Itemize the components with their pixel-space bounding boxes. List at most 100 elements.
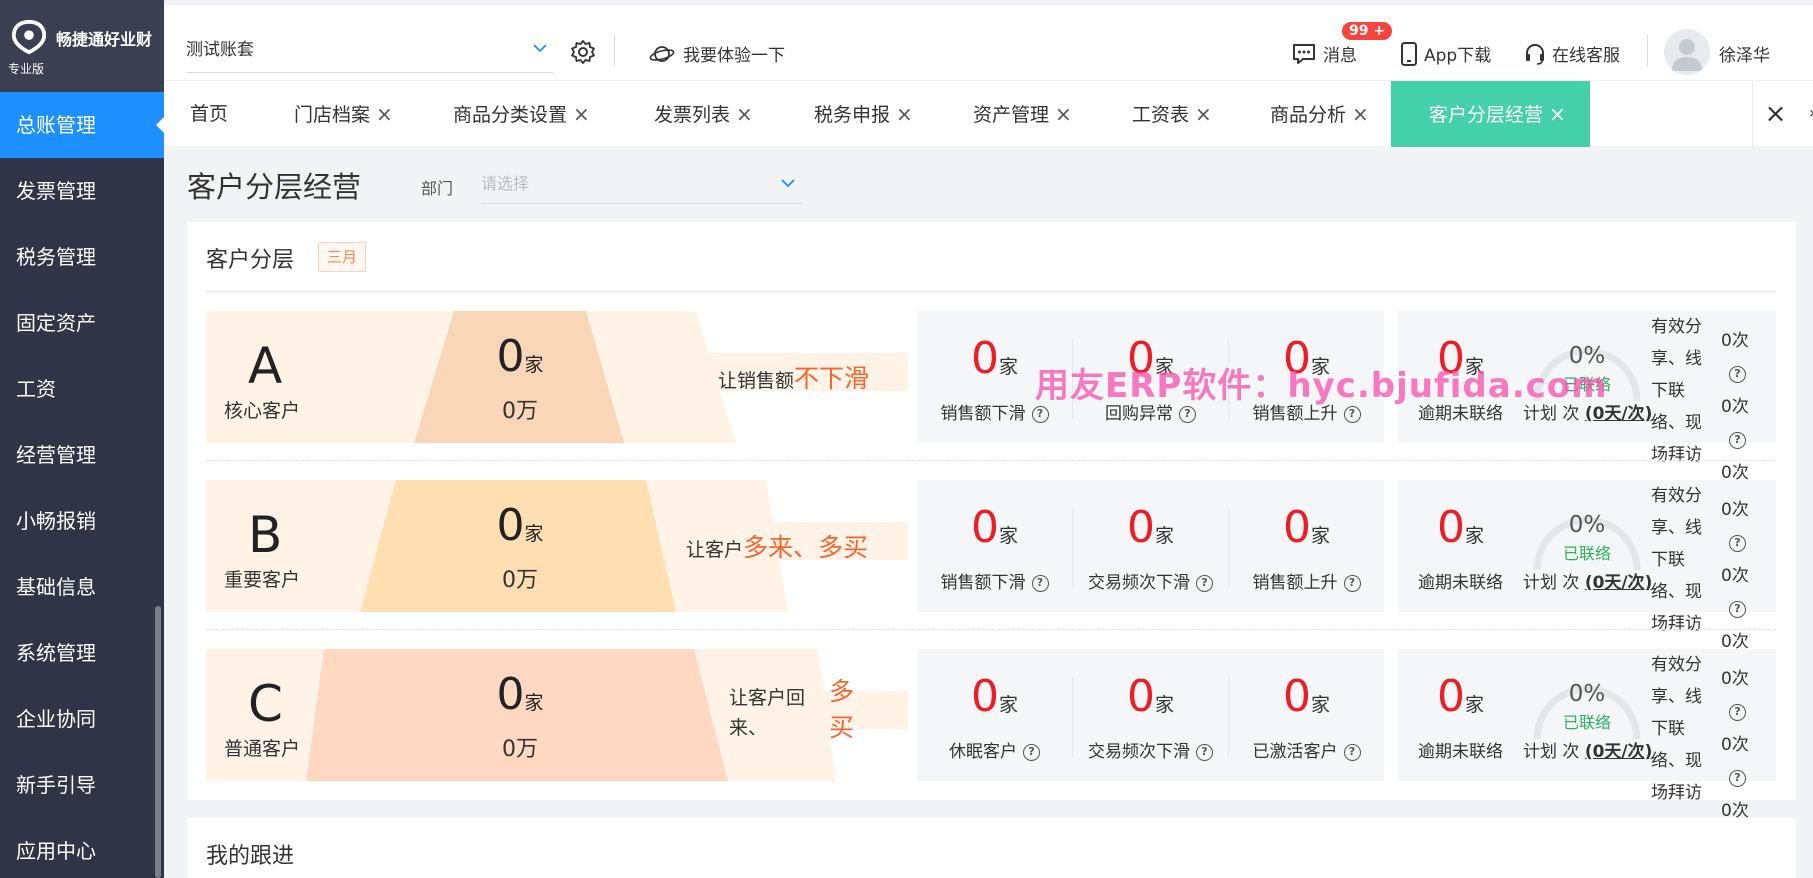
help-icon[interactable]: ? <box>1031 575 1049 592</box>
metric-dormant[interactable]: 0家 休眠客户? <box>917 649 1072 781</box>
sidebar-item-collaboration[interactable]: 企业协同 <box>0 686 164 752</box>
metric-reactivated[interactable]: 0家 已激活客户? <box>1229 649 1384 781</box>
tab-product-category[interactable]: 商品分类设置 × <box>453 81 590 147</box>
sidebar-item-fixed-assets[interactable]: 固定资产 <box>0 290 164 356</box>
tab-invoice-list[interactable]: 发票列表 × <box>654 81 753 147</box>
tab-label: 工资表 <box>1132 104 1190 126</box>
help-icon[interactable]: ? <box>1729 432 1746 449</box>
try-demo-button[interactable]: 我要体验一下 <box>649 41 785 66</box>
metric-frequency-decline[interactable]: 0家 交易频次下滑? <box>1073 480 1228 612</box>
month-tag[interactable]: 三月 <box>318 242 367 272</box>
close-icon[interactable]: × <box>1055 102 1072 126</box>
slogan-prefix: 让销售额 <box>718 370 795 392</box>
app-download-label: App下载 <box>1424 46 1492 66</box>
metric-value: 0 <box>970 502 999 553</box>
tab-customer-segmentation[interactable]: 客户分层经营 × <box>1391 81 1590 147</box>
metric-label: 交易频次下滑 <box>1088 573 1190 593</box>
plan-value[interactable]: (0天/次) <box>1585 742 1653 762</box>
help-icon[interactable]: ? <box>1729 535 1746 552</box>
tab-label: 发票列表 <box>654 104 731 126</box>
user-name[interactable]: 徐泽华 <box>1719 41 1770 66</box>
close-icon[interactable]: × <box>1195 102 1212 126</box>
help-icon[interactable]: ? <box>1031 406 1049 423</box>
tab-payroll-sheet[interactable]: 工资表 × <box>1132 81 1212 147</box>
help-icon[interactable]: ? <box>1729 601 1746 618</box>
tab-asset-management[interactable]: 资产管理 × <box>973 81 1072 147</box>
avatar[interactable] <box>1664 29 1710 75</box>
close-icon[interactable]: × <box>736 102 753 126</box>
help-icon[interactable]: ? <box>1196 744 1213 761</box>
followup-title: 我的跟进 <box>206 844 295 869</box>
help-icon[interactable]: ? <box>1729 366 1746 383</box>
segment-customer-count[interactable]: 0家 <box>430 331 610 382</box>
help-icon[interactable]: ? <box>1343 744 1361 761</box>
sidebar-item-onboarding[interactable]: 新手引导 <box>0 752 164 818</box>
metric-label: 销售额下滑 <box>940 573 1026 593</box>
segment-customer-count[interactable]: 0家 <box>430 500 610 551</box>
help-icon[interactable]: ? <box>1343 575 1361 592</box>
sidebar-item-tax[interactable]: 税务管理 <box>0 224 164 290</box>
tab-scroll-right-icon[interactable]: › <box>1809 103 1813 122</box>
sidebar-item-operations[interactable]: 经营管理 <box>0 422 164 488</box>
help-icon[interactable]: ? <box>1729 704 1746 721</box>
help-icon[interactable]: ? <box>1196 575 1213 592</box>
help-icon[interactable]: ? <box>1179 406 1196 423</box>
department-select[interactable]: 请选择 <box>481 168 803 204</box>
sidebar-item-expense[interactable]: 小畅报销 <box>0 488 164 554</box>
overdue-contact-count[interactable]: 0家 <box>1398 502 1523 553</box>
tab-product-analysis[interactable]: 商品分析 × <box>1270 81 1369 147</box>
sidebar-scrollbar[interactable] <box>155 606 161 878</box>
department-label: 部门 <box>421 179 454 198</box>
help-icon[interactable]: ? <box>1023 744 1040 761</box>
tab-tax-filing[interactable]: 税务申报 × <box>814 81 913 147</box>
metric-frequency-decline[interactable]: 0家 交易频次下滑? <box>1073 649 1228 781</box>
tab-label: 资产管理 <box>973 104 1050 126</box>
metric-sales-decline[interactable]: 0家 销售额下滑? <box>917 480 1072 612</box>
sidebar-item-basic-info[interactable]: 基础信息 <box>0 554 164 620</box>
sidebar-item-app-center[interactable]: 应用中心 <box>0 818 164 878</box>
metric-value: 0 <box>1126 671 1155 722</box>
segment-row-c: C 普通客户 0家 0万 让客户回来、 多买 0家 休眠客户? 0家 交易频次下… <box>206 649 1776 821</box>
segment-customer-count[interactable]: 0家 <box>430 669 610 720</box>
contact-type-values: 0次? 0次? 0次 <box>1721 494 1771 659</box>
sidebar-item-system[interactable]: 系统管理 <box>0 620 164 686</box>
segment-row-b: B 重要客户 0家 0万 让客户多来、多买 0家 销售额下滑? 0家 交易频次下… <box>206 480 1776 652</box>
metric-label: 已激活客户 <box>1252 742 1338 762</box>
close-icon[interactable]: × <box>1549 102 1566 126</box>
planet-icon <box>649 45 675 62</box>
messages-button[interactable]: 消息 <box>1291 41 1357 66</box>
overdue-contact-count[interactable]: 0家 <box>1398 671 1523 722</box>
watermark: 用友ERP软件：hyc.bjufida.com <box>1035 366 1608 406</box>
sidebar-item-general-ledger[interactable]: 总账管理 <box>0 92 164 158</box>
online-service-button[interactable]: 在线客服 <box>1524 41 1620 66</box>
tab-home[interactable]: 首页 <box>190 81 228 147</box>
metric-unit: 家 <box>998 356 1018 378</box>
plan-value[interactable]: (0天/次) <box>1585 404 1653 424</box>
close-icon[interactable]: × <box>573 102 590 126</box>
close-icon[interactable]: × <box>376 102 393 126</box>
brand-logo-icon <box>11 19 47 55</box>
plan-value[interactable]: (0天/次) <box>1585 573 1653 593</box>
app-download-button[interactable]: App下载 <box>1400 41 1491 66</box>
tab-store-records[interactable]: 门店档案 × <box>294 81 393 147</box>
close-icon[interactable]: × <box>896 102 913 126</box>
logo[interactable]: 畅捷通好业财 专业版 <box>0 0 164 92</box>
contact-type-value: 0次 <box>1721 331 1749 351</box>
sidebar-item-invoice[interactable]: 发票管理 <box>0 158 164 224</box>
segment-letter: B <box>248 506 283 564</box>
contact-card: 0家 逾期未联络 0% 已联络 计划 次 (0天/次) 有效分享、线下联络、现场… <box>1398 649 1776 821</box>
gear-icon[interactable] <box>569 38 597 66</box>
metric-sales-increase[interactable]: 0家 销售额上升? <box>1229 480 1384 612</box>
sidebar-item-payroll[interactable]: 工资 <box>0 356 164 422</box>
tab-bar: 首页 门店档案 × 商品分类设置 × 发票列表 × 税务申报 × 资产管理 × 工资表 × … <box>164 80 1813 147</box>
sidebar-nav: 总账管理 发票管理 税务管理 固定资产 工资 经营管理 小畅报销 基础信息 系统… <box>0 92 164 878</box>
metric-unit: 家 <box>998 694 1018 716</box>
slogan-highlight: 不下滑 <box>794 364 870 393</box>
close-all-tabs-icon[interactable]: × <box>1752 81 1798 147</box>
overdue-contact-label: 逾期未联络 <box>1418 573 1503 593</box>
help-icon[interactable]: ? <box>1343 406 1361 423</box>
contact-type-values: 0次? 0次? 0次 <box>1721 325 1771 490</box>
close-icon[interactable]: × <box>1352 102 1369 126</box>
account-select[interactable]: 测试账套 <box>186 35 553 73</box>
help-icon[interactable]: ? <box>1729 770 1746 787</box>
